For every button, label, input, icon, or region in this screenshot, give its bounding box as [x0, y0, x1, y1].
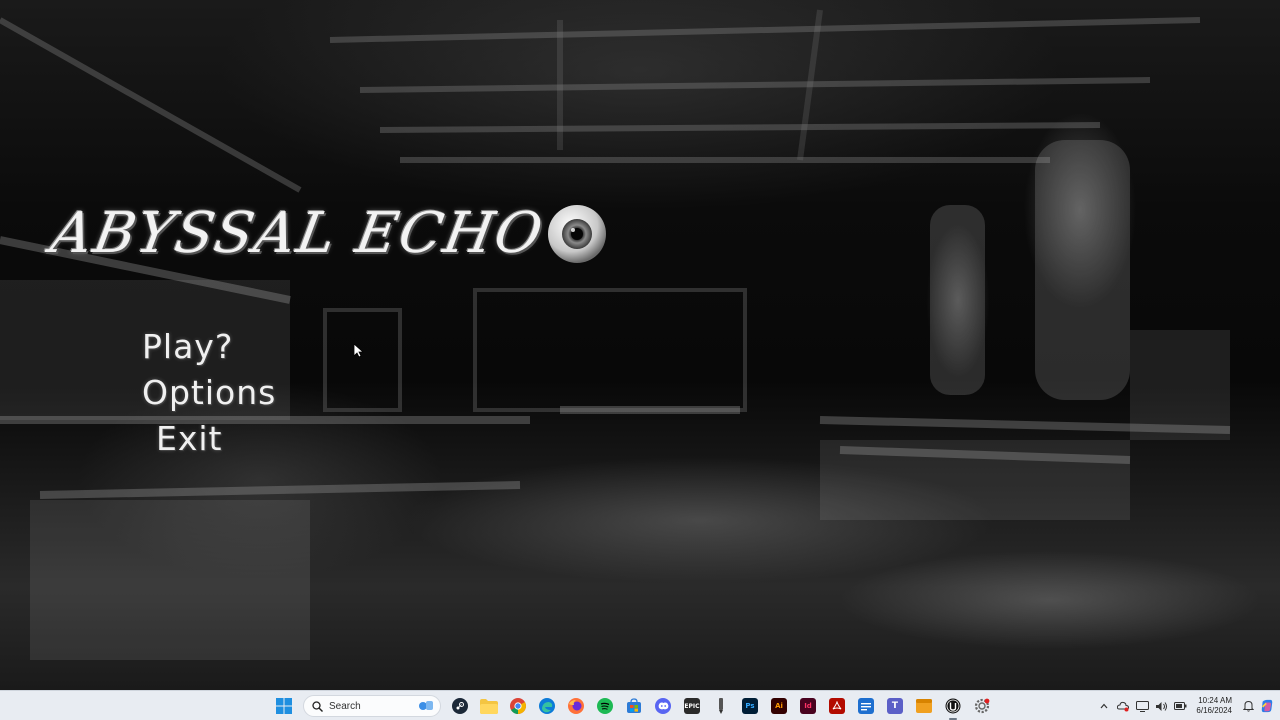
eyeball-icon [547, 204, 607, 264]
search-icon [312, 700, 323, 712]
menu-exit-button[interactable]: Exit [142, 418, 276, 460]
screen: ABYSSAL ECHO Play? Options Exit Search E… [0, 0, 1280, 720]
chevron-up-icon [1100, 703, 1108, 709]
firefox-app[interactable] [564, 694, 588, 718]
show-hidden-icons-button[interactable] [1097, 699, 1111, 713]
menu-options-button[interactable]: Options [142, 372, 276, 414]
system-tray: 10:24 AM 6/16/2024 [1097, 694, 1274, 718]
photoshop-app[interactable]: Ps [738, 694, 762, 718]
mouse-cursor-icon [353, 343, 365, 358]
indesign-app[interactable]: Id [796, 694, 820, 718]
search-highlight-icon [419, 701, 433, 710]
chrome-icon [510, 698, 526, 714]
copilot-icon [1261, 699, 1273, 713]
folder-icon [480, 698, 498, 714]
acrobat-app[interactable] [825, 694, 849, 718]
battery-icon [1173, 702, 1187, 710]
steam-app[interactable] [448, 694, 472, 718]
document-view-icon [858, 698, 874, 714]
taskbar-clock[interactable]: 10:24 AM 6/16/2024 [1196, 696, 1232, 716]
tray-app-button[interactable] [1116, 699, 1130, 713]
taskbar-search-box[interactable]: Search [303, 695, 441, 717]
windows-taskbar: Search EPIC Ps Ai Id T 10:24 AM 6/16/202… [0, 690, 1280, 720]
photoshop-icon: Ps [742, 698, 758, 714]
word-view-app[interactable] [854, 694, 878, 718]
settings-app[interactable] [970, 694, 994, 718]
bell-icon [1242, 700, 1254, 712]
search-placeholder: Search [329, 700, 361, 712]
discord-icon [655, 698, 671, 714]
battery-button[interactable] [1173, 699, 1187, 713]
notes-icon [916, 699, 932, 713]
menu-play-button[interactable]: Play? [142, 326, 276, 368]
acrobat-icon [829, 698, 845, 714]
main-menu: Play? Options Exit [142, 326, 276, 460]
gear-icon [974, 698, 990, 714]
illustrator-icon: Ai [771, 698, 787, 714]
epic-games-icon: EPIC [684, 698, 700, 714]
monitor-icon [1135, 700, 1149, 712]
chrome-app[interactable] [506, 694, 530, 718]
pen-icon [719, 698, 723, 714]
notes-app[interactable] [912, 694, 936, 718]
speaker-icon [1155, 701, 1167, 711]
microsoft-store-app[interactable] [622, 694, 646, 718]
indesign-icon: Id [800, 698, 816, 714]
copilot-button[interactable] [1260, 699, 1274, 713]
display-button[interactable] [1135, 699, 1149, 713]
game-title: ABYSSAL ECHO [46, 188, 607, 278]
teams-app[interactable]: T [883, 694, 907, 718]
teams-icon: T [887, 698, 903, 714]
pen-tool-app[interactable] [709, 694, 733, 718]
clock-date: 6/16/2024 [1196, 706, 1232, 715]
illustrator-app[interactable]: Ai [767, 694, 791, 718]
edge-app[interactable] [535, 694, 559, 718]
spotify-app[interactable] [593, 694, 617, 718]
unreal-engine-icon [945, 698, 961, 714]
spotify-icon [597, 698, 613, 714]
game-title-text: ABYSSAL ECHO [46, 200, 549, 266]
unreal-engine-app[interactable] [941, 694, 965, 720]
store-icon [627, 698, 641, 713]
steam-icon [452, 698, 468, 714]
cloud-sync-icon [1117, 701, 1130, 712]
notifications-button[interactable] [1241, 699, 1255, 713]
windows-start-button[interactable] [272, 694, 296, 718]
volume-button[interactable] [1154, 699, 1168, 713]
discord-app[interactable] [651, 694, 675, 718]
taskbar-apps: Search EPIC Ps Ai Id T [272, 694, 994, 720]
epic-games-app[interactable]: EPIC [680, 694, 704, 718]
clock-time: 10:24 AM [1198, 696, 1232, 705]
edge-icon [539, 698, 555, 714]
firefox-icon [568, 698, 584, 714]
file-explorer-app[interactable] [477, 694, 501, 718]
windows-logo-icon [276, 698, 292, 714]
